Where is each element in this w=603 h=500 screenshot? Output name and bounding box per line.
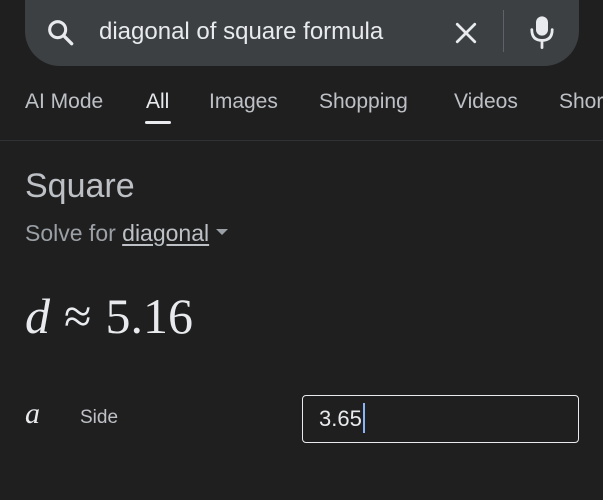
microphone-icon[interactable] xyxy=(527,14,557,50)
solve-for-dropdown[interactable]: diagonal xyxy=(122,220,209,246)
input-label: Side xyxy=(80,407,119,428)
search-icon[interactable] xyxy=(45,17,77,49)
tab-all[interactable]: All xyxy=(146,88,169,116)
result-variable: d xyxy=(25,288,50,344)
close-icon[interactable] xyxy=(451,18,481,48)
tab-shopping[interactable]: Shopping xyxy=(319,88,408,116)
side-length-text: 3.65 xyxy=(319,406,362,431)
calculator-result: d ≈5.16 xyxy=(25,284,193,348)
side-length-value[interactable]: 3.65 xyxy=(319,403,365,435)
result-value: 5.16 xyxy=(105,288,193,344)
active-tab-indicator xyxy=(145,121,171,124)
tabs-divider xyxy=(0,140,603,141)
tab-images[interactable]: Images xyxy=(209,88,278,116)
solve-for-label: Solve for xyxy=(25,220,116,246)
solve-for-row: Solve for diagonal xyxy=(25,218,229,248)
result-operator: ≈ xyxy=(64,288,92,344)
side-length-input[interactable]: 3.65 xyxy=(302,395,579,443)
tab-videos[interactable]: Videos xyxy=(454,88,518,116)
text-cursor xyxy=(362,403,365,434)
input-variable: a xyxy=(25,397,40,430)
search-bar-divider xyxy=(503,10,504,52)
chevron-down-icon[interactable] xyxy=(216,228,229,235)
search-input[interactable]: diagonal of square formula xyxy=(99,16,383,48)
search-tabs: AI Mode All Images Shopping Videos Shor xyxy=(0,82,603,128)
tab-ai-mode[interactable]: AI Mode xyxy=(25,88,103,116)
tab-shorts[interactable]: Shor xyxy=(559,88,603,116)
calculator-title: Square xyxy=(25,167,135,205)
